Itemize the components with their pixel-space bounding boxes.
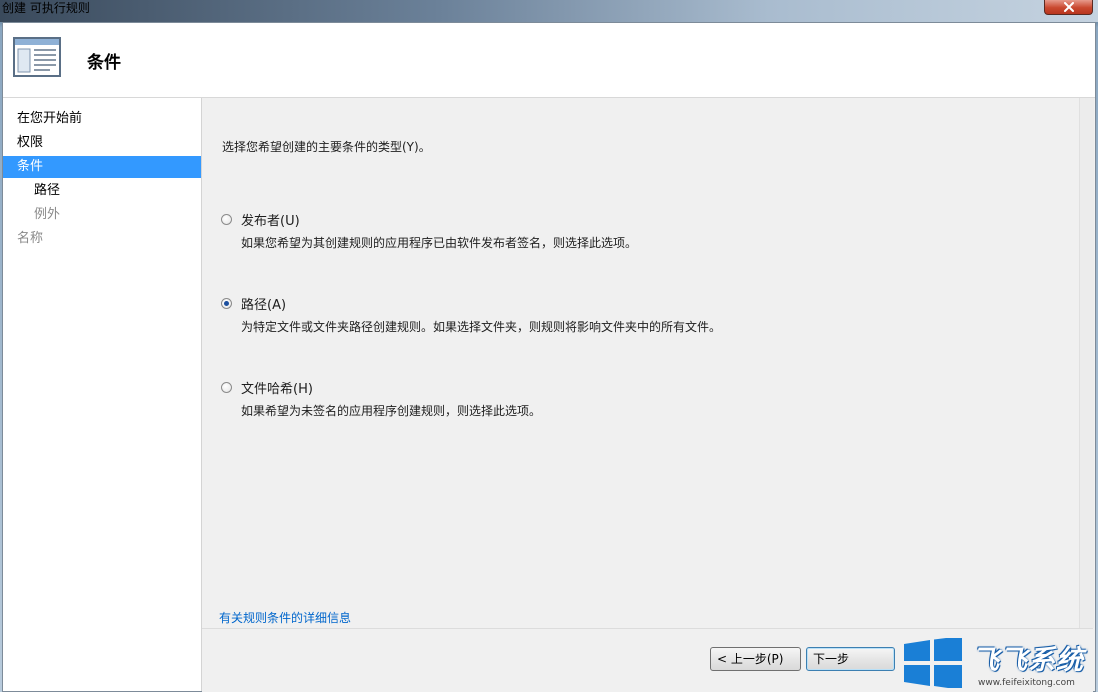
option-path[interactable]: 路径(A) [221,294,286,313]
publisher-label[interactable]: 发布者(U) [241,210,300,229]
rule-conditions-help-link[interactable]: 有关规则条件的详细信息 [219,609,351,626]
windows-logo-icon [904,638,962,688]
wizard-page-icon [13,37,61,77]
step-path[interactable]: 路径 [3,180,201,202]
close-button[interactable] [1044,0,1093,15]
wizard-steps-sidebar: 在您开始前 权限 条件 路径 例外 名称 [3,98,202,691]
window-title: 创建 可执行规则 [2,1,90,15]
next-button[interactable]: 下一步 [806,647,895,671]
step-exceptions: 例外 [34,207,61,222]
wizard-header: 条件 [3,23,1095,98]
file-hash-description: 如果希望为未签名的应用程序创建规则，则选择此选项。 [241,404,542,418]
publisher-radio[interactable] [221,214,232,225]
step-name: 名称 [17,231,44,246]
watermark-text: 飞飞系统 [972,645,1084,676]
step-permissions[interactable]: 权限 [3,132,201,154]
site-watermark: 飞飞系统 www.feifeixitong.com [900,634,1098,692]
path-label[interactable]: 路径(A) [241,294,286,313]
close-icon [1063,2,1074,12]
condition-type-prompt: 选择您希望创建的主要条件的类型(Y)。 [222,140,431,154]
page-title: 条件 [87,53,121,73]
file-hash-label[interactable]: 文件哈希(H) [241,378,313,397]
content-scrollbar[interactable] [1079,98,1094,628]
wizard-content: 选择您希望创建的主要条件的类型(Y)。 发布者(U) 如果您希望为其创建规则的应… [202,98,1088,628]
watermark-url: www.feifeixitong.com [978,678,1075,688]
path-radio[interactable] [221,298,232,309]
path-description: 为特定文件或文件夹路径创建规则。如果选择文件夹，则规则将影响文件夹中的所有文件。 [241,320,722,334]
dialog-client-area: 条件 在您开始前 权限 条件 路径 例外 名称 选择您希望创建的主要条件的类型(… [2,22,1096,692]
step-before-you-begin[interactable]: 在您开始前 [3,108,201,130]
file-hash-radio[interactable] [221,382,232,393]
previous-button[interactable]: < 上一步(P) [710,647,801,671]
title-bar[interactable]: 创建 可执行规则 [0,0,1098,22]
step-conditions[interactable]: 条件 [3,156,201,178]
option-file-hash[interactable]: 文件哈希(H) [221,378,313,397]
publisher-description: 如果您希望为其创建规则的应用程序已由软件发布者签名，则选择此选项。 [241,236,638,250]
option-publisher[interactable]: 发布者(U) [221,210,300,229]
dialog-window: 创建 可执行规则 条件 在您开始前 权限 条件 路径 例外 名称 选择您希望创建… [0,0,1098,692]
